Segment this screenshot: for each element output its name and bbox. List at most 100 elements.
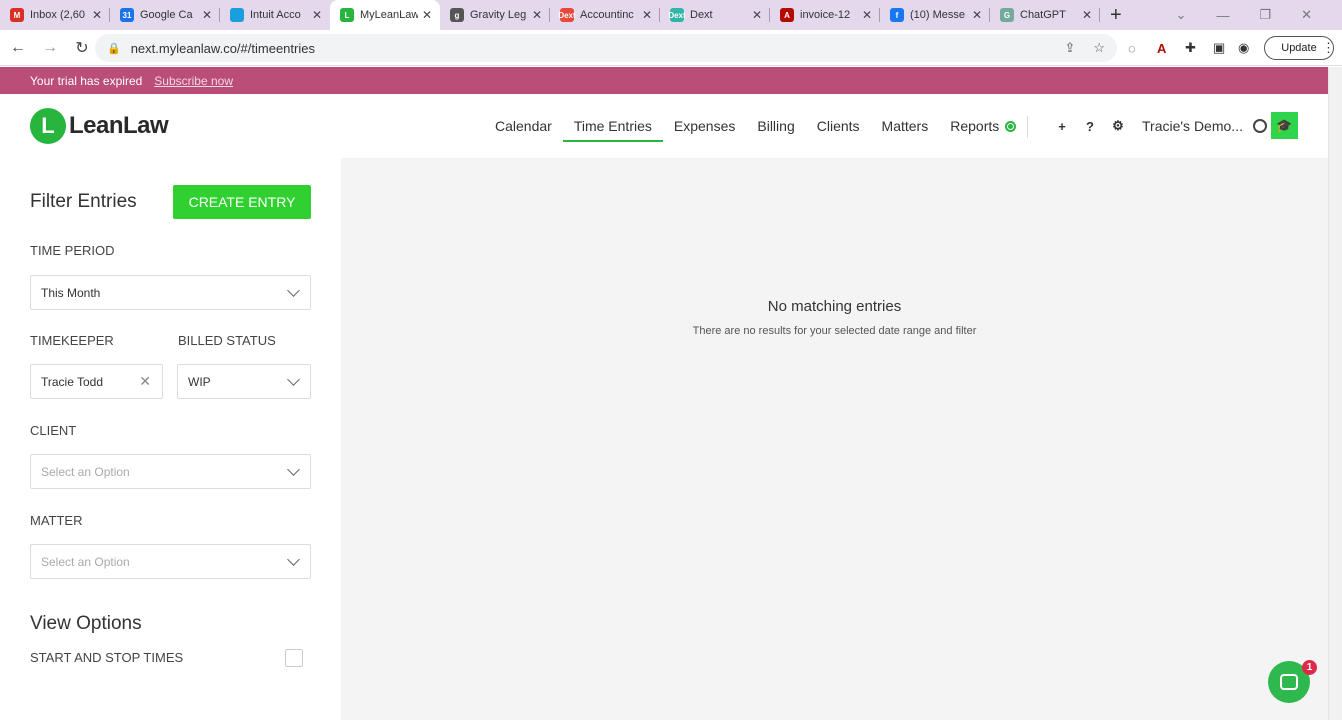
close-tab-icon[interactable]: ✕ — [532, 8, 542, 22]
chevron-down-icon — [287, 463, 300, 476]
share-icon[interactable]: ⇪ — [1064, 40, 1075, 56]
client-placeholder: Select an Option — [41, 464, 130, 479]
close-tab-icon[interactable]: ✕ — [862, 8, 872, 22]
timekeeper-value: Tracie Todd — [41, 374, 104, 389]
time-period-label: TIME PERIOD — [30, 243, 115, 258]
profile-avatar[interactable]: ◉ — [1238, 34, 1249, 62]
facebook-icon: f — [890, 8, 904, 22]
intuit-icon — [230, 8, 244, 22]
trial-message: Your trial has expired — [30, 73, 143, 88]
user-name[interactable]: Tracie's Demo... — [1142, 118, 1243, 134]
close-tab-icon[interactable]: ✕ — [972, 8, 982, 22]
client-select[interactable]: Select an Option — [30, 454, 311, 489]
back-icon[interactable]: ← — [4, 39, 32, 57]
settings-gear-icon[interactable]: ⚙ — [1104, 118, 1132, 134]
close-tab-icon[interactable]: ✕ — [642, 8, 652, 22]
time-period-value: This Month — [41, 285, 101, 300]
tab-search-icon[interactable]: ⌄ — [1176, 7, 1187, 23]
chatgpt-icon: G — [1000, 8, 1014, 22]
time-period-select[interactable]: This Month — [30, 275, 311, 310]
browser-tab[interactable]: M Inbox (2,60 ✕ — [0, 0, 110, 30]
app-header: L LeanLaw Calendar Time Entries Expenses… — [0, 94, 1328, 158]
matter-placeholder: Select an Option — [41, 554, 130, 569]
url-text: next.myleanlaw.co/#/timeentries — [130, 40, 315, 56]
browser-tab[interactable]: 31 Google Ca ✕ — [110, 0, 220, 30]
chat-unread-badge: 1 — [1302, 660, 1317, 675]
matter-label: MATTER — [30, 513, 83, 528]
gmail-icon: M — [10, 8, 24, 22]
logo-text: LeanLaw — [69, 112, 169, 139]
browser-tab[interactable]: g Gravity Leg ✕ — [440, 0, 550, 30]
browser-tab[interactable]: L MyLeanLaw ✕ — [330, 0, 440, 30]
extensions-puzzle-icon[interactable]: ✚ — [1185, 34, 1196, 62]
forward-icon[interactable]: → — [36, 39, 64, 57]
browser-tab-label: Intuit Acco — [250, 9, 301, 21]
subscribe-link[interactable]: Subscribe now — [154, 74, 233, 88]
filter-title: Filter Entries — [30, 191, 137, 212]
matter-select[interactable]: Select an Option — [30, 544, 311, 579]
update-button[interactable]: Update — [1264, 36, 1334, 60]
browser-tab-label: Google Ca — [140, 9, 193, 21]
close-tab-icon[interactable]: ✕ — [92, 8, 102, 22]
chevron-down-icon — [287, 284, 300, 297]
graduation-cap-icon[interactable]: 🎓 — [1271, 112, 1298, 139]
leanlaw-logo[interactable]: L LeanLaw — [30, 108, 169, 144]
filter-panel: Filter Entries CREATE ENTRY TIME PERIOD … — [0, 158, 341, 720]
page-scrollbar[interactable] — [1328, 67, 1342, 720]
timekeeper-select[interactable]: Tracie Todd ✕ — [30, 364, 163, 399]
close-tab-icon[interactable]: ✕ — [752, 8, 762, 22]
browser-tab[interactable]: Dext Accountinc ✕ — [550, 0, 660, 30]
dext-icon: Dext — [558, 8, 576, 22]
browser-tab[interactable]: f (10) Messe ✕ — [880, 0, 990, 30]
browser-tab-label: invoice-12 — [800, 9, 851, 21]
add-icon[interactable]: + — [1048, 119, 1076, 134]
browser-tab-label: Inbox (2,60 — [30, 9, 86, 21]
billed-status-value: WIP — [188, 374, 211, 389]
clear-icon[interactable]: ✕ — [139, 373, 151, 390]
user-account-icon[interactable] — [1252, 119, 1267, 133]
nav-calendar[interactable]: Calendar — [484, 94, 563, 158]
google-calendar-icon: 31 — [120, 8, 134, 22]
chat-bubble-icon — [1280, 674, 1298, 690]
gravity-legal-icon: g — [450, 8, 464, 22]
nav-billing[interactable]: Billing — [746, 94, 805, 158]
create-entry-button[interactable]: CREATE ENTRY — [173, 185, 311, 219]
minimize-icon[interactable]: — — [1216, 8, 1229, 23]
chevron-down-icon — [287, 373, 300, 386]
new-tab-button[interactable]: + — [1110, 0, 1122, 30]
browser-tab-label: Dext — [690, 9, 713, 21]
close-tab-icon[interactable]: ✕ — [312, 8, 322, 22]
browser-tab[interactable]: Ainvoice-12 ✕ — [770, 0, 880, 30]
browser-tab[interactable]: Intuit Acco ✕ — [220, 0, 330, 30]
trial-banner: Your trial has expired Subscribe now — [0, 67, 1328, 94]
nav-reports[interactable]: Reports — [939, 94, 1027, 158]
close-tab-icon[interactable]: ✕ — [422, 8, 432, 22]
reload-icon[interactable]: ↻ — [68, 38, 96, 58]
close-window-icon[interactable]: ✕ — [1301, 7, 1312, 23]
restore-icon[interactable]: ❐ — [1259, 7, 1271, 23]
reports-status-icon — [1005, 120, 1017, 132]
address-bar: ← → ↻ 🔒 next.myleanlaw.co/#/timeentries … — [0, 30, 1342, 66]
billed-status-select[interactable]: WIP — [177, 364, 311, 399]
extension-icon[interactable]: ◌ — [1128, 34, 1136, 62]
nav-expenses[interactable]: Expenses — [663, 94, 746, 158]
browser-tab[interactable]: Dext Dext ✕ — [660, 0, 770, 30]
acrobat-extension-icon[interactable]: A — [1157, 34, 1166, 62]
browser-tab[interactable]: G ChatGPT ✕ — [990, 0, 1100, 30]
nav-matters[interactable]: Matters — [871, 94, 940, 158]
close-tab-icon[interactable]: ✕ — [202, 8, 212, 22]
browser-tab-label: Accountinc — [580, 9, 634, 21]
tab-separator — [1099, 8, 1100, 22]
side-panel-icon[interactable]: ▣ — [1213, 34, 1225, 62]
nav-clients[interactable]: Clients — [806, 94, 871, 158]
view-options-title: View Options — [30, 613, 142, 634]
bookmark-star-icon[interactable]: ☆ — [1093, 40, 1105, 56]
url-field[interactable]: 🔒 next.myleanlaw.co/#/timeentries ⇪ ☆ — [95, 34, 1117, 62]
close-tab-icon[interactable]: ✕ — [1082, 8, 1092, 22]
help-icon[interactable]: ? — [1076, 119, 1104, 134]
empty-state-subtitle: There are no results for your selected d… — [692, 325, 977, 337]
nav-time-entries[interactable]: Time Entries — [562, 94, 663, 158]
browser-tab-label: MyLeanLaw — [360, 9, 418, 21]
main-nav: Calendar Time Entries Expenses Billing C… — [484, 94, 1027, 158]
start-stop-times-checkbox[interactable] — [285, 649, 303, 667]
